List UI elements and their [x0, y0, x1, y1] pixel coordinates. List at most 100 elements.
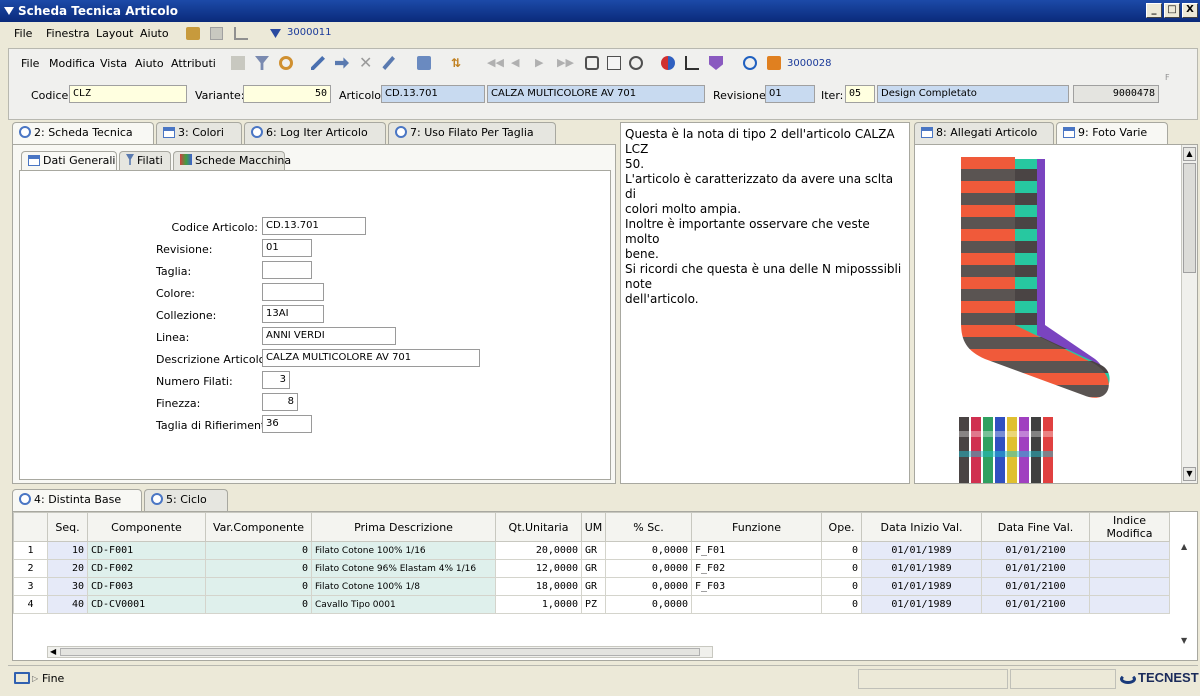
cell-componente[interactable]: CD-F003 — [87, 577, 206, 596]
subtab-schede-macchina[interactable]: Schede Macchina — [173, 151, 291, 171]
col-header-seq[interactable]: Seq. — [47, 512, 88, 542]
col-header-um[interactable]: UM — [581, 512, 606, 542]
photo-scrollbar[interactable]: ▲ ▼ — [1181, 145, 1197, 483]
cell-var-componente[interactable]: 0 — [205, 595, 312, 614]
delete-icon[interactable]: ✕ — [359, 55, 373, 71]
grid-scroll-down[interactable]: ▼ — [1181, 636, 1187, 645]
revisione-form-input[interactable]: 01 — [262, 239, 312, 257]
scroll-up-button[interactable]: ▲ — [1183, 147, 1196, 161]
cell-data-fine[interactable]: 01/01/2100 — [981, 541, 1090, 560]
linea-input[interactable]: ANNI VERDI — [262, 327, 396, 345]
cell-indice-modifica[interactable] — [1089, 577, 1170, 596]
cell-qt-unitaria[interactable]: 1,0000 — [495, 595, 582, 614]
cell-indice-modifica[interactable] — [1089, 541, 1170, 560]
cell-funzione[interactable]: F_F01 — [691, 541, 822, 560]
menu-aiuto[interactable]: Aiuto — [140, 27, 169, 40]
numero-filati-input[interactable]: 3 — [262, 371, 290, 389]
menu-file[interactable]: File — [14, 27, 32, 40]
menu-layout[interactable]: Layout — [96, 27, 133, 40]
search-icon[interactable] — [743, 56, 757, 70]
cell-seq[interactable]: 10 — [47, 541, 88, 560]
print-icon[interactable] — [417, 56, 431, 70]
axes-icon[interactable] — [685, 56, 699, 70]
table-row[interactable]: 1 10 CD-F001 0 Filato Cotone 100% 1/16 20,000… — [13, 541, 1170, 560]
cell-data-fine[interactable]: 01/01/2100 — [981, 577, 1090, 596]
grid-horizontal-scrollbar[interactable]: ◀ — [47, 646, 713, 658]
iter-input[interactable]: 05 — [845, 85, 875, 103]
cell-funzione[interactable]: F_F02 — [691, 559, 822, 578]
table-row[interactable]: 3 30 CD-F003 0 Filato Cotone 100% 1/8 18,0000… — [13, 577, 1170, 596]
submenu-attributi[interactable]: Attributi — [171, 57, 216, 70]
minimize-button[interactable]: _ — [1146, 3, 1162, 18]
cell-funzione[interactable] — [691, 595, 822, 614]
cell-sc[interactable]: 0,0000 — [605, 595, 692, 614]
cell-sc[interactable]: 0,0000 — [605, 541, 692, 560]
cell-um[interactable]: GR — [581, 559, 606, 578]
tools-icon[interactable] — [709, 56, 723, 70]
table-row[interactable]: 2 20 CD-F002 0 Filato Cotone 96% Elastam 4% … — [13, 559, 1170, 578]
cell-var-componente[interactable]: 0 — [205, 559, 312, 578]
codice-articolo-input[interactable]: CD.13.701 — [262, 217, 366, 235]
filter-icon[interactable] — [255, 56, 269, 70]
exit-icon[interactable] — [186, 27, 200, 40]
cell-indice-modifica[interactable] — [1089, 595, 1170, 614]
tab-scheda-tecnica[interactable]: 2: Scheda Tecnica — [12, 122, 154, 145]
colore-input[interactable] — [262, 283, 324, 301]
scroll-down-button[interactable]: ▼ — [1183, 467, 1196, 481]
cell-var-componente[interactable]: 0 — [205, 577, 312, 596]
cell-prima-descrizione[interactable]: Filato Cotone 100% 1/8 — [311, 577, 496, 596]
cell-um[interactable]: PZ — [581, 595, 606, 614]
save-icon[interactable] — [231, 56, 245, 70]
submenu-aiuto[interactable]: Aiuto — [135, 57, 164, 70]
cell-ope[interactable]: 0 — [821, 577, 862, 596]
taglia-rif-input[interactable]: 36 — [262, 415, 312, 433]
col-header-funzione[interactable]: Funzione — [691, 512, 822, 542]
sort-icon[interactable]: ⇅ — [451, 56, 465, 70]
col-header-prima-descrizione[interactable]: Prima Descrizione — [311, 512, 496, 542]
cell-data-inizio[interactable]: 01/01/1989 — [861, 595, 982, 614]
cell-data-inizio[interactable]: 01/01/1989 — [861, 577, 982, 596]
tab-foto-varie[interactable]: 9: Foto Varie — [1056, 122, 1168, 145]
brush-icon[interactable] — [382, 56, 395, 70]
submenu-vista[interactable]: Vista — [100, 57, 127, 70]
tab-allegati[interactable]: 8: Allegati Articolo — [914, 122, 1054, 144]
cell-prima-descrizione[interactable]: Filato Cotone 96% Elastam 4% 1/16 — [311, 559, 496, 578]
tab-ciclo[interactable]: 5: Ciclo — [144, 489, 228, 511]
cell-sc[interactable]: 0,0000 — [605, 577, 692, 596]
cell-var-componente[interactable]: 0 — [205, 541, 312, 560]
arrow-icon[interactable] — [335, 57, 349, 69]
taglia-input[interactable] — [262, 261, 312, 279]
cell-sc[interactable]: 0,0000 — [605, 559, 692, 578]
cell-qt-unitaria[interactable]: 18,0000 — [495, 577, 582, 596]
maximize-button[interactable]: □ — [1164, 3, 1180, 18]
subtab-filati[interactable]: Filati — [119, 151, 171, 171]
cell-componente[interactable]: CD-F002 — [87, 559, 206, 578]
cell-ope[interactable]: 0 — [821, 559, 862, 578]
cell-qt-unitaria[interactable]: 12,0000 — [495, 559, 582, 578]
refresh-icon[interactable] — [279, 56, 293, 70]
cell-data-fine[interactable]: 01/01/2100 — [981, 559, 1090, 578]
submenu-modifica[interactable]: Modifica — [49, 57, 95, 70]
nav-last-icon[interactable]: ▶▶ — [557, 56, 574, 70]
cell-prima-descrizione[interactable]: Filato Cotone 100% 1/16 — [311, 541, 496, 560]
descrizione-input[interactable]: CALZA MULTICOLORE AV 701 — [262, 349, 480, 367]
tab-distinta-base[interactable]: 4: Distinta Base — [12, 489, 142, 512]
comment-icon[interactable] — [629, 56, 643, 70]
grid-scroll-up[interactable]: ▲ — [1181, 542, 1187, 551]
collezione-input[interactable]: 13AI — [262, 305, 324, 323]
cell-funzione[interactable]: F_F03 — [691, 577, 822, 596]
grid-scroll-thumb[interactable] — [60, 648, 700, 656]
tab-colori[interactable]: 3: Colori — [156, 122, 242, 144]
cell-ope[interactable]: 0 — [821, 595, 862, 614]
nav-prev-icon[interactable]: ◀ — [511, 56, 525, 70]
col-header-var-componente[interactable]: Var.Componente — [205, 512, 312, 542]
attach-icon[interactable] — [585, 56, 599, 70]
cell-um[interactable]: GR — [581, 577, 606, 596]
submenu-file[interactable]: File — [21, 57, 39, 70]
colors-icon[interactable] — [661, 56, 675, 70]
cell-seq[interactable]: 40 — [47, 595, 88, 614]
cell-componente[interactable]: CD-F001 — [87, 541, 206, 560]
tab-log-iter[interactable]: 6: Log Iter Articolo — [244, 122, 386, 144]
cell-um[interactable]: GR — [581, 541, 606, 560]
cell-componente[interactable]: CD-CV0001 — [87, 595, 206, 614]
